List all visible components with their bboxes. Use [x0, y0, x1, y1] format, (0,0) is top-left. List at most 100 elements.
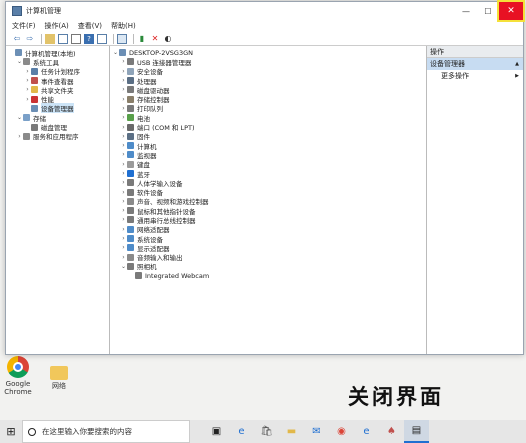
- device-category[interactable]: › 磁盘驱动器: [112, 85, 424, 95]
- expander-icon[interactable]: ›: [120, 124, 127, 131]
- network-shortcut[interactable]: 网络: [48, 366, 70, 390]
- chrome-shortcut[interactable]: Google Chrome: [4, 356, 32, 396]
- device-category[interactable]: › 打印队列: [112, 104, 424, 113]
- menu-view[interactable]: 查看(V): [78, 21, 102, 31]
- expander-icon[interactable]: ›: [120, 244, 127, 251]
- search-box[interactable]: 在这里输入你要搜索的内容: [22, 420, 190, 443]
- console-tree-item[interactable]: › 性能: [8, 94, 107, 104]
- device-category[interactable]: › 处理器: [112, 76, 424, 86]
- expander-icon[interactable]: ›: [120, 86, 127, 93]
- expander-icon[interactable]: ›: [120, 207, 127, 214]
- device-category[interactable]: › 键盘: [112, 160, 424, 169]
- expander-icon[interactable]: ›: [24, 96, 31, 103]
- expander-icon[interactable]: ›: [120, 114, 127, 121]
- expander-icon[interactable]: ›: [120, 179, 127, 186]
- expander-icon[interactable]: ›: [120, 105, 127, 112]
- expander-icon[interactable]: ›: [120, 226, 127, 233]
- expander-icon[interactable]: ›: [120, 142, 127, 149]
- expander-icon[interactable]: ›: [120, 58, 127, 65]
- forward-icon[interactable]: ⇨: [25, 34, 35, 44]
- console-tree-item[interactable]: › 共享文件夹: [8, 85, 107, 95]
- expander-icon[interactable]: ⌄: [16, 114, 23, 121]
- console-tree-item[interactable]: 设备管理器: [8, 103, 107, 114]
- scan-hardware-icon[interactable]: ▮: [137, 34, 147, 44]
- device-category[interactable]: Integrated Webcam: [112, 271, 424, 280]
- expander-icon[interactable]: ›: [120, 161, 127, 168]
- expander-icon[interactable]: ⌄: [120, 263, 127, 270]
- expander-icon[interactable]: ›: [120, 254, 127, 261]
- expander-icon[interactable]: ›: [24, 86, 31, 93]
- expander-icon[interactable]: ⌄: [112, 49, 119, 56]
- game-icon[interactable]: ♠: [379, 420, 404, 443]
- expander-icon[interactable]: ›: [24, 77, 31, 84]
- maximize-button[interactable]: ☐: [477, 2, 499, 20]
- expander-icon[interactable]: ›: [120, 235, 127, 242]
- device-category[interactable]: › 监视器: [112, 150, 424, 160]
- device-category[interactable]: › 通用串行总线控制器: [112, 215, 424, 225]
- store-icon[interactable]: 🛍: [254, 420, 279, 443]
- ie-icon[interactable]: e: [354, 420, 379, 443]
- expander-icon[interactable]: ›: [120, 77, 127, 84]
- expander-icon[interactable]: ›: [120, 189, 127, 196]
- chrome-icon-task[interactable]: ◉: [329, 420, 354, 443]
- device-category[interactable]: › 声音、视频和游戏控制器: [112, 197, 424, 206]
- expander-icon[interactable]: ›: [24, 68, 31, 75]
- expander-icon[interactable]: ›: [120, 68, 127, 75]
- console-tree-item[interactable]: ⌄ 存储: [8, 113, 107, 123]
- up-folder-icon[interactable]: [45, 33, 55, 44]
- console-tree-item[interactable]: 磁盘管理: [8, 122, 107, 132]
- actions-section[interactable]: 设备管理器 ▲: [427, 58, 523, 70]
- more-actions[interactable]: 更多操作 ▶: [427, 70, 523, 82]
- task-view-icon[interactable]: ▣: [204, 420, 229, 443]
- menu-file[interactable]: 文件(F): [12, 21, 36, 31]
- expander-icon[interactable]: ›: [120, 198, 127, 205]
- console-tree-item[interactable]: 计算机管理(本地): [8, 48, 107, 58]
- mail-icon[interactable]: ✉: [304, 420, 329, 443]
- device-category[interactable]: › 音频输入和输出: [112, 253, 424, 262]
- device-category[interactable]: › 固件: [112, 132, 424, 141]
- console-tree-item[interactable]: ⌄ 系统工具: [8, 57, 107, 67]
- title-bar[interactable]: 计算机管理 — ☐ ✕: [6, 0, 525, 22]
- device-category[interactable]: › 鼠标和其他指针设备: [112, 206, 424, 216]
- expander-icon[interactable]: ›: [120, 216, 127, 223]
- device-category[interactable]: › 端口 (COM 和 LPT): [112, 122, 424, 132]
- view-icon[interactable]: [97, 33, 107, 44]
- device-category[interactable]: › 软件设备: [112, 187, 424, 197]
- properties-icon[interactable]: [71, 33, 81, 44]
- explorer-icon[interactable]: ▬: [279, 420, 304, 443]
- device-category[interactable]: ⌄ DESKTOP-2VSG3GN: [112, 48, 424, 57]
- device-category[interactable]: › 存储控制器: [112, 94, 424, 104]
- disable-device-icon[interactable]: ◐: [163, 34, 173, 44]
- uninstall-icon[interactable]: ✕: [150, 34, 160, 44]
- update-driver-icon[interactable]: [117, 33, 127, 44]
- edge-icon[interactable]: e: [229, 420, 254, 443]
- device-category[interactable]: › 电池: [112, 113, 424, 123]
- close-button[interactable]: ✕: [497, 0, 525, 22]
- device-category[interactable]: › USB 连接器管理器: [112, 57, 424, 67]
- expander-icon[interactable]: ›: [120, 133, 127, 140]
- back-icon[interactable]: ⇦: [12, 34, 22, 44]
- console-tree-item[interactable]: › 任务计划程序: [8, 67, 107, 76]
- expander-icon[interactable]: ›: [16, 133, 23, 140]
- menu-help[interactable]: 帮助(H): [111, 21, 136, 31]
- computer-management-icon[interactable]: ▤: [404, 420, 429, 443]
- show-hide-tree-icon[interactable]: [58, 33, 68, 44]
- expander-icon[interactable]: ›: [120, 170, 127, 177]
- start-button[interactable]: ⊞: [0, 420, 22, 443]
- device-category[interactable]: › 系统设备: [112, 234, 424, 244]
- expander-icon[interactable]: ›: [120, 151, 127, 158]
- console-tree-item[interactable]: › 服务和应用程序: [8, 132, 107, 141]
- device-category[interactable]: ⌄ 照相机: [112, 262, 424, 271]
- console-tree-item[interactable]: › 事件查看器: [8, 76, 107, 86]
- device-category[interactable]: › 人体学输入设备: [112, 178, 424, 188]
- help-icon[interactable]: ?: [84, 33, 94, 44]
- expander-icon[interactable]: ⌄: [16, 58, 23, 65]
- device-category[interactable]: › 安全设备: [112, 67, 424, 76]
- menu-action[interactable]: 操作(A): [45, 21, 69, 31]
- expander-icon[interactable]: ›: [120, 96, 127, 103]
- device-category[interactable]: › 计算机: [112, 141, 424, 151]
- device-category[interactable]: › 网络适配器: [112, 225, 424, 234]
- device-category[interactable]: › 蓝牙: [112, 169, 424, 179]
- minimize-button[interactable]: —: [455, 2, 477, 20]
- device-category[interactable]: › 显示适配器: [112, 243, 424, 253]
